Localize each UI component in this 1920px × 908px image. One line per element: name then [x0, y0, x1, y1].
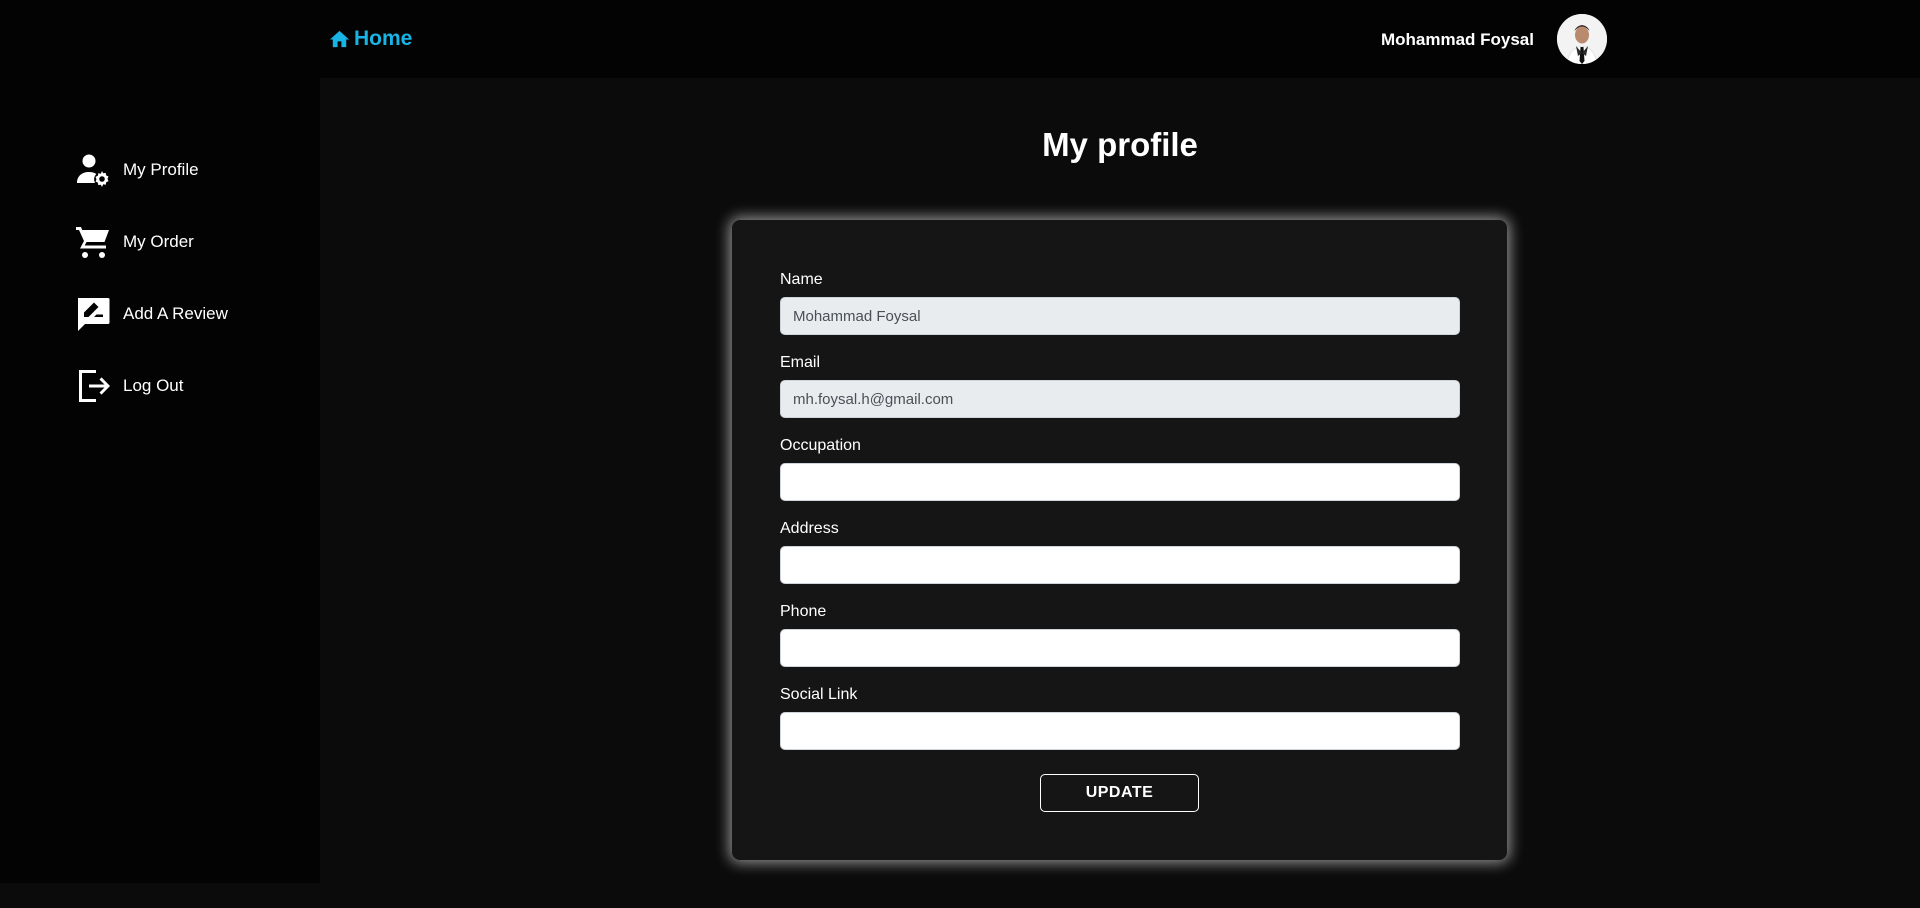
- email-input[interactable]: [780, 380, 1460, 418]
- social-link-field-group: Social Link: [780, 686, 1460, 750]
- sidebar-item-label: Add A Review: [123, 304, 228, 323]
- address-input[interactable]: [780, 546, 1460, 584]
- phone-field-group: Phone: [780, 603, 1460, 667]
- name-field-group: Name: [780, 271, 1460, 335]
- avatar[interactable]: [1557, 14, 1607, 64]
- user-avatar-image: [1557, 14, 1607, 64]
- sidebar-item-add-review[interactable]: Add A Review: [75, 296, 228, 332]
- sidebar-item-label: My Profile: [123, 160, 199, 179]
- occupation-label: Occupation: [780, 437, 861, 454]
- sidebar-item-log-out[interactable]: Log Out: [75, 368, 184, 404]
- email-label: Email: [780, 354, 821, 371]
- sidebar-item-label: Log Out: [123, 376, 184, 395]
- home-link[interactable]: Home: [328, 27, 412, 51]
- top-navbar: Home Mohammad Foysal: [0, 0, 1920, 78]
- phone-label: Phone: [780, 603, 827, 620]
- sidebar-item-my-profile[interactable]: My Profile: [75, 152, 199, 188]
- review-icon: [75, 296, 111, 332]
- profile-form-card: Name Email Occupation Address Phone Soci…: [732, 220, 1507, 860]
- address-field-group: Address: [780, 520, 1460, 584]
- sidebar-item-label: My Order: [123, 232, 194, 251]
- home-icon: [329, 30, 350, 47]
- sidebar: My Profile My Order Add A Review Log Out: [0, 78, 320, 883]
- name-label: Name: [780, 271, 823, 288]
- sidebar-item-my-order[interactable]: My Order: [75, 224, 194, 260]
- social-link-input[interactable]: [780, 712, 1460, 750]
- social-link-label: Social Link: [780, 686, 858, 703]
- email-field-group: Email: [780, 354, 1460, 418]
- address-label: Address: [780, 520, 839, 537]
- page-title: My profile: [1042, 126, 1198, 163]
- update-button[interactable]: UPDATE: [1040, 774, 1199, 812]
- occupation-field-group: Occupation: [780, 437, 1460, 501]
- user-gear-icon: [75, 152, 111, 188]
- user-name: Mohammad Foysal: [1380, 30, 1534, 49]
- phone-input[interactable]: [780, 629, 1460, 667]
- home-label: Home: [354, 27, 413, 50]
- occupation-input[interactable]: [780, 463, 1460, 501]
- logout-icon: [75, 368, 111, 404]
- cart-icon: [75, 224, 111, 260]
- name-input[interactable]: [780, 297, 1460, 335]
